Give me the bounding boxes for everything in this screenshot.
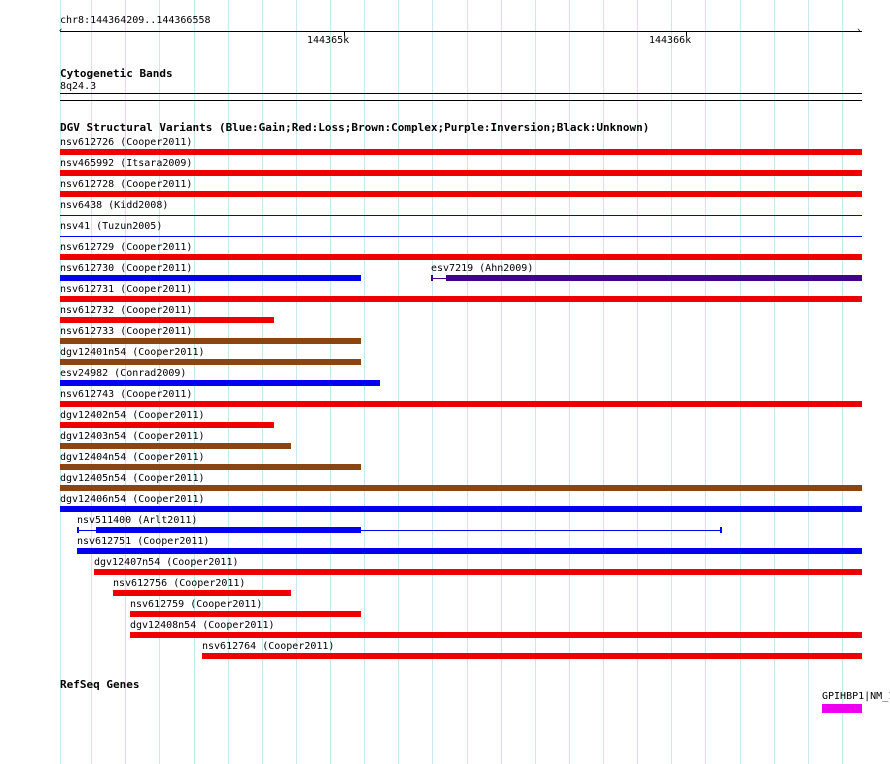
grid-line	[705, 0, 706, 764]
grid-line	[671, 0, 672, 764]
dgv-feature-label[interactable]: nsv612732 (Cooper2011)	[60, 306, 192, 316]
dgv-feature-bar[interactable]	[60, 401, 862, 407]
grid-line	[467, 0, 468, 764]
dgv-feature-block[interactable]	[720, 527, 723, 533]
grid-line	[603, 0, 604, 764]
dgv-feature-bar[interactable]	[60, 170, 862, 176]
grid-line	[637, 0, 638, 764]
dgv-feature-label[interactable]: dgv12403n54 (Cooper2011)	[60, 432, 205, 442]
dgv-feature-block[interactable]	[446, 275, 862, 281]
dgv-feature-bar[interactable]	[60, 254, 862, 260]
dgv-feature-line[interactable]	[60, 236, 862, 237]
dgv-feature-bar[interactable]	[60, 338, 361, 344]
grid-line	[501, 0, 502, 764]
dgv-feature-bar[interactable]	[130, 611, 361, 617]
dgv-feature-line[interactable]	[60, 215, 862, 216]
ruler-tick-label: 144366k	[649, 35, 692, 46]
dgv-feature-bar[interactable]	[94, 569, 862, 575]
cytoband-top-border	[60, 93, 862, 94]
dgv-feature-block[interactable]	[430, 275, 433, 281]
ruler-tick-label: 144365k	[307, 35, 350, 46]
dgv-feature-label[interactable]: nsv612726 (Cooper2011)	[60, 138, 192, 148]
dgv-feature-bar[interactable]	[60, 422, 274, 428]
dgv-feature-bar[interactable]	[202, 653, 862, 659]
dgv-feature-label[interactable]: nsv612751 (Cooper2011)	[77, 537, 209, 547]
dgv-feature-block[interactable]	[96, 527, 361, 533]
dgv-feature-bar[interactable]	[60, 380, 380, 386]
grid-line	[774, 0, 775, 764]
dgv-feature-label[interactable]: nsv612743 (Cooper2011)	[60, 390, 192, 400]
grid-line	[569, 0, 570, 764]
refseq-track-title[interactable]: RefSeq Genes	[60, 679, 139, 690]
dgv-feature-label[interactable]: dgv12404n54 (Cooper2011)	[60, 453, 205, 463]
dgv-feature-bar[interactable]	[113, 590, 291, 596]
dgv-feature-bar[interactable]	[60, 275, 361, 281]
genome-browser-view: chr8:144364209..144366558 ‹ › 144365k 14…	[0, 0, 890, 764]
ruler-axis	[60, 31, 862, 32]
dgv-feature-bar[interactable]	[60, 506, 862, 512]
dgv-feature-label[interactable]: dgv12408n54 (Cooper2011)	[130, 621, 275, 631]
dgv-feature-label[interactable]: dgv12405n54 (Cooper2011)	[60, 474, 205, 484]
grid-line	[432, 0, 433, 764]
dgv-feature-label[interactable]: dgv12406n54 (Cooper2011)	[60, 495, 205, 505]
ruler-right-arrow-icon: ›	[856, 26, 862, 36]
dgv-feature-bar[interactable]	[60, 149, 862, 155]
cytoband-bottom-border	[60, 100, 862, 101]
dgv-feature-label[interactable]: nsv612730 (Cooper2011)	[60, 264, 192, 274]
dgv-track-title[interactable]: DGV Structural Variants (Blue:Gain;Red:L…	[60, 122, 649, 133]
dgv-feature-label[interactable]: nsv612728 (Cooper2011)	[60, 180, 192, 190]
dgv-feature-label[interactable]: nsv612733 (Cooper2011)	[60, 327, 192, 337]
dgv-feature-bar[interactable]	[60, 359, 361, 365]
cytoband-label: 8q24.3	[60, 81, 97, 92]
dgv-feature-label[interactable]: nsv612729 (Cooper2011)	[60, 243, 192, 253]
ruler-location: chr8:144364209..144366558	[60, 15, 211, 26]
dgv-feature-bar[interactable]	[130, 632, 862, 638]
grid-line	[808, 0, 809, 764]
gene-label[interactable]: GPIHBP1|NM_1	[822, 692, 890, 702]
grid-line	[535, 0, 536, 764]
dgv-feature-label[interactable]: nsv41 (Tuzun2005)	[60, 222, 162, 232]
dgv-feature-bar[interactable]	[77, 548, 862, 554]
dgv-feature-label[interactable]: esv7219 (Ahn2009)	[431, 264, 533, 274]
grid-line	[842, 0, 843, 764]
dgv-feature-label[interactable]: dgv12402n54 (Cooper2011)	[60, 411, 205, 421]
gene-feature[interactable]	[821, 704, 862, 713]
dgv-feature-block[interactable]	[77, 527, 80, 533]
grid-line	[740, 0, 741, 764]
dgv-feature-label[interactable]: dgv12407n54 (Cooper2011)	[94, 558, 239, 568]
dgv-feature-label[interactable]: dgv12401n54 (Cooper2011)	[60, 348, 205, 358]
dgv-feature-label[interactable]: nsv612731 (Cooper2011)	[60, 285, 192, 295]
grid-line	[398, 0, 399, 764]
ruler-left-arrow-icon: ‹	[58, 26, 64, 36]
dgv-feature-bar[interactable]	[60, 443, 291, 449]
cytoband-track-title[interactable]: Cytogenetic Bands	[60, 68, 173, 79]
dgv-feature-bar[interactable]	[60, 296, 862, 302]
dgv-feature-label[interactable]: nsv6438 (Kidd2008)	[60, 201, 168, 211]
dgv-feature-bar[interactable]	[60, 317, 274, 323]
dgv-feature-label[interactable]: esv24982 (Conrad2009)	[60, 369, 186, 379]
dgv-feature-bar[interactable]	[60, 464, 361, 470]
dgv-feature-bar[interactable]	[60, 485, 862, 491]
dgv-feature-label[interactable]: nsv511400 (Arlt2011)	[77, 516, 197, 526]
dgv-feature-label[interactable]: nsv612756 (Cooper2011)	[113, 579, 245, 589]
dgv-feature-label[interactable]: nsv465992 (Itsara2009)	[60, 159, 192, 169]
dgv-feature-bar[interactable]	[60, 191, 862, 197]
dgv-feature-label[interactable]: nsv612764 (Cooper2011)	[202, 642, 334, 652]
dgv-feature-label[interactable]: nsv612759 (Cooper2011)	[130, 600, 262, 610]
